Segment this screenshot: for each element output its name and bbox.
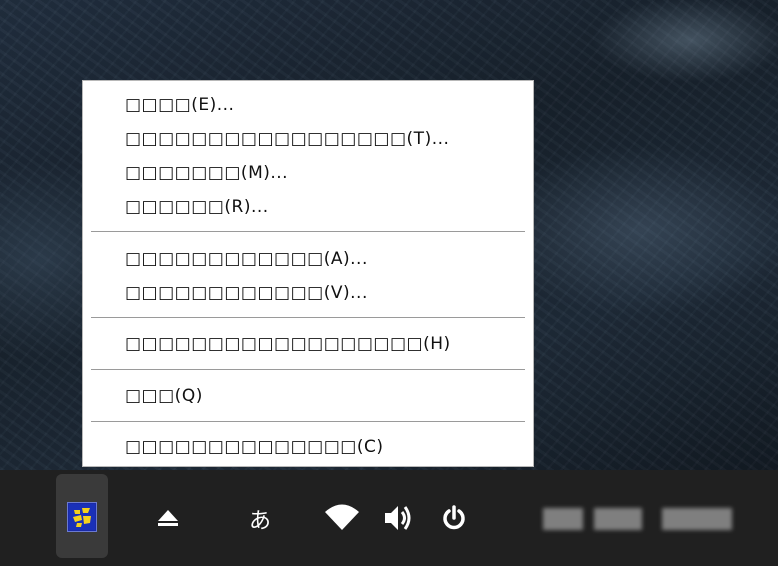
menu-item-quit[interactable]: □□□(Q) [125, 385, 203, 407]
menu-item-r[interactable]: □□□□□□(R)... [125, 196, 269, 218]
menu-separator [91, 369, 525, 370]
context-menu: □□□□(E)... □□□□□□□□□□□□□□□□□(T)... □□□□□… [82, 80, 534, 467]
eject-icon-svg [158, 510, 178, 526]
clock-blur-block [662, 508, 732, 530]
ime-mode-indicator[interactable]: あ [240, 502, 280, 536]
volume-icon[interactable] [381, 502, 415, 534]
menu-item-m[interactable]: □□□□□□□(M)... [125, 162, 288, 184]
menu-item-edit[interactable]: □□□□(E)... [125, 94, 234, 116]
menu-separator [91, 421, 525, 422]
wifi-icon[interactable] [322, 500, 362, 534]
menu-item-a[interactable]: □□□□□□□□□□□□(A)... [125, 248, 368, 270]
ime-logo-icon [69, 504, 95, 530]
menu-item-close[interactable]: □□□□□□□□□□□□□□(C) [125, 436, 384, 458]
clock-blur-block [543, 508, 583, 530]
menu-separator [91, 317, 525, 318]
volume-icon-svg [385, 506, 411, 530]
menu-item-v[interactable]: □□□□□□□□□□□□(V)... [125, 282, 368, 304]
wifi-icon-svg [325, 504, 359, 530]
power-icon[interactable] [439, 502, 469, 534]
eject-icon[interactable] [154, 504, 182, 532]
power-icon-svg [443, 505, 465, 530]
menu-item-tool[interactable]: □□□□□□□□□□□□□□□□□(T)... [125, 128, 449, 150]
menu-item-help[interactable]: □□□□□□□□□□□□□□□□□□(H) [125, 333, 451, 355]
clock-blur-block [594, 508, 642, 530]
ime-tray-icon[interactable] [67, 502, 97, 532]
menu-separator [91, 231, 525, 232]
